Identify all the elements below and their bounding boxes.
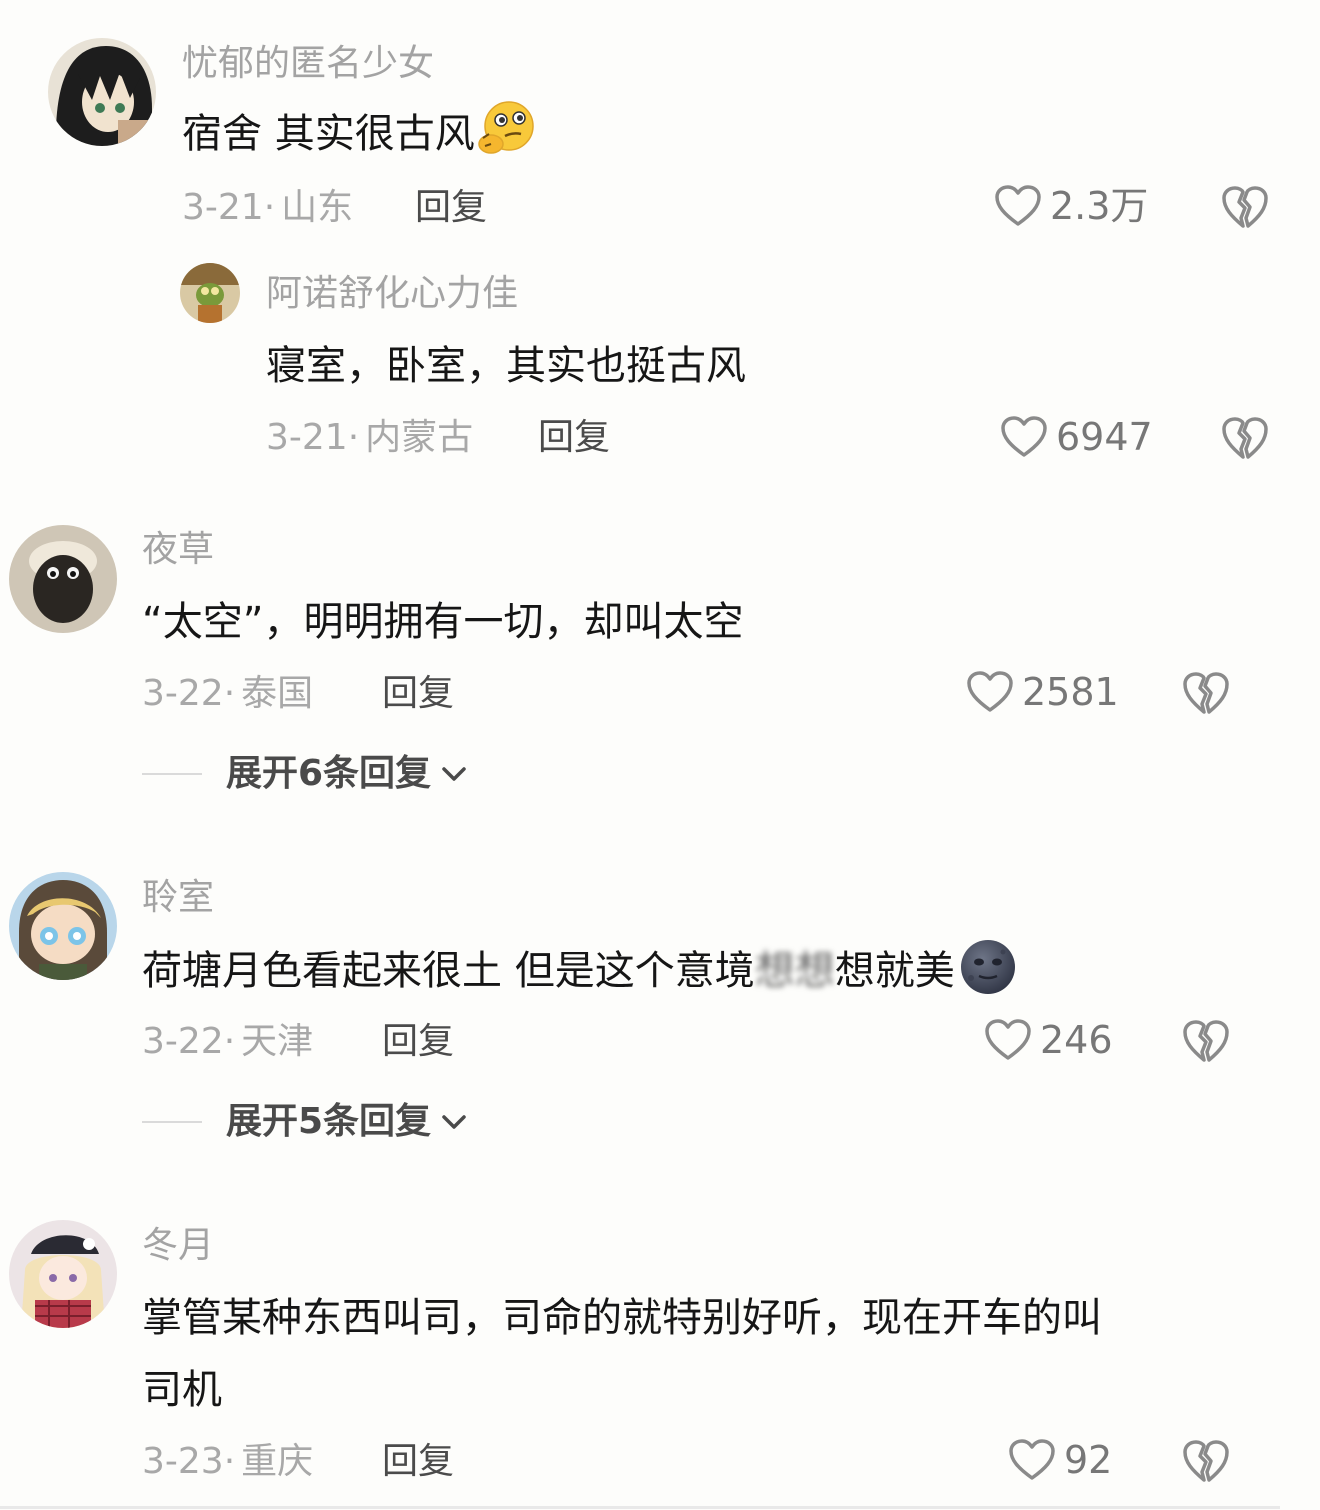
avatar[interactable] — [9, 872, 117, 980]
avatar[interactable] — [9, 525, 117, 633]
dislike-button[interactable] — [1221, 184, 1269, 230]
dislike-button[interactable] — [1182, 1018, 1230, 1064]
dislike-button[interactable] — [1221, 415, 1269, 461]
comment-text-line-1: 掌管某种东西叫司，司命的就特别好听，现在开车的叫 — [142, 1295, 1102, 1341]
like-button[interactable]: 92 — [1008, 1438, 1112, 1482]
heart-icon — [995, 185, 1041, 226]
broken-heart-icon — [1183, 1440, 1229, 1482]
comment-text-tail: 想就美 — [834, 948, 955, 994]
meta-separator: · — [263, 187, 276, 228]
expand-replies-button[interactable]: 展开6条回复 — [142, 756, 467, 792]
comment-meta: 3-22· 天津 — [142, 1024, 313, 1060]
broken-heart-icon — [1222, 417, 1268, 459]
avatar-winter-girl-image — [9, 1220, 117, 1328]
avatar[interactable] — [180, 263, 240, 323]
heart-icon — [967, 671, 1013, 712]
like-button[interactable]: 6947 — [1000, 415, 1153, 459]
heart-icon — [985, 1019, 1031, 1060]
meta-separator: · — [347, 417, 360, 458]
like-button[interactable]: 2.3万 — [994, 184, 1148, 228]
comment-text-content: 宿舍 其实很古风 — [182, 111, 475, 157]
expand-replies-button[interactable]: 展开5条回复 — [142, 1104, 467, 1140]
comment-text-line-2: 司机 — [142, 1367, 222, 1413]
username[interactable]: 忧郁的匿名少女 — [182, 46, 434, 82]
like-count: 92 — [1064, 1438, 1113, 1482]
avatar-anime-girl-image — [48, 38, 156, 146]
meta-separator: · — [223, 1441, 236, 1482]
comment-location: 重庆 — [241, 1441, 314, 1482]
comment-meta: 3-21· 山东 — [182, 190, 353, 226]
like-count: 2581 — [1022, 670, 1119, 714]
expand-replies-label: 展开6条回复 — [226, 753, 432, 794]
avatar[interactable] — [9, 1220, 117, 1328]
comment-text: 宿舍 其实很古风 — [182, 101, 537, 160]
reply-date: 3-21 — [266, 417, 348, 458]
meta-separator: · — [223, 673, 236, 714]
dislike-button[interactable] — [1182, 1438, 1230, 1484]
avatar-cartoon-image — [180, 263, 240, 323]
broken-heart-icon — [1183, 672, 1229, 714]
like-button[interactable]: 246 — [984, 1018, 1113, 1062]
comment-date: 3-22 — [142, 1021, 224, 1062]
expand-divider — [142, 773, 202, 775]
reply-button[interactable]: 回复 — [382, 676, 454, 712]
comment-text-content: 荷塘月色看起来很土 但是这个意境 — [142, 948, 755, 994]
comment-date: 3-21 — [182, 187, 264, 228]
like-button[interactable]: 2581 — [966, 670, 1119, 714]
username[interactable]: 阿诺舒化心力佳 — [266, 276, 518, 312]
like-count: 246 — [1040, 1018, 1113, 1062]
expand-divider — [142, 1121, 202, 1123]
like-count: 2.3万 — [1050, 184, 1149, 228]
comment-date: 3-22 — [142, 673, 224, 714]
comment-location: 天津 — [241, 1021, 314, 1062]
comment-meta: 3-22· 泰国 — [142, 676, 313, 712]
reply-button[interactable]: 回复 — [382, 1444, 454, 1480]
chevron-down-icon — [442, 1115, 466, 1129]
avatar-sheep-plush-image — [9, 525, 117, 633]
username[interactable]: 聆室 — [142, 880, 214, 916]
avatar[interactable] — [48, 38, 156, 146]
like-count: 6947 — [1056, 415, 1153, 459]
username[interactable]: 冬月 — [142, 1228, 214, 1264]
username[interactable]: 夜草 — [142, 532, 214, 568]
reply-meta: 3-21· 内蒙古 — [266, 420, 473, 456]
reply-button[interactable]: 回复 — [382, 1024, 454, 1060]
comment-date: 3-23 — [142, 1441, 224, 1482]
comment-location: 山东 — [281, 187, 354, 228]
reply-button[interactable]: 回复 — [415, 190, 487, 226]
new-moon-face-icon — [959, 938, 1017, 996]
broken-heart-icon — [1222, 186, 1268, 228]
broken-heart-icon — [1183, 1020, 1229, 1062]
expand-replies-label: 展开5条回复 — [226, 1101, 432, 1142]
meta-separator: · — [223, 1021, 236, 1062]
bottom-divider — [0, 1506, 1280, 1509]
reply-button[interactable]: 回复 — [538, 420, 610, 456]
comment-text: 荷塘月色看起来很土 但是这个意境想想想就美 — [142, 940, 1017, 996]
reply-text: 寝室，卧室，其实也挺古风 — [266, 343, 746, 389]
reply-location: 内蒙古 — [365, 417, 474, 458]
heart-icon — [1001, 416, 1047, 457]
blurred-text: 想想 — [754, 948, 835, 994]
dislike-button[interactable] — [1182, 670, 1230, 716]
comment-text: “太空”，明明拥有一切，却叫太空 — [142, 599, 744, 645]
thinking-face-icon — [475, 98, 537, 160]
chevron-down-icon — [442, 767, 466, 781]
comment-meta: 3-23· 重庆 — [142, 1444, 313, 1480]
heart-icon — [1009, 1439, 1055, 1480]
comment-location: 泰国 — [241, 673, 314, 714]
avatar-chibi-girl-image — [9, 872, 117, 980]
